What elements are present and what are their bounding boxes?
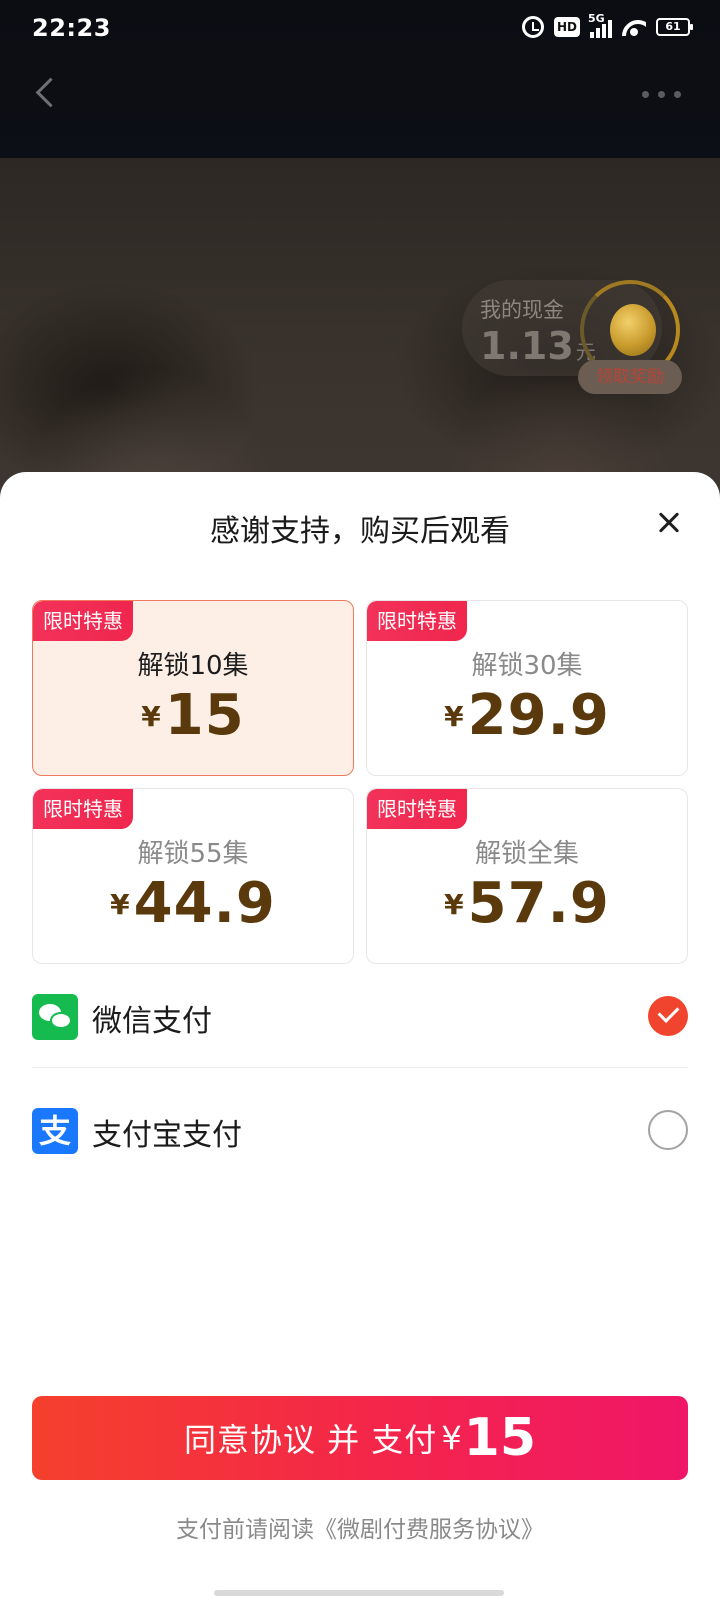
currency-symbol: ¥ <box>444 888 464 921</box>
payment-label: 支付宝支付 <box>92 1118 242 1153</box>
price-amount: 57.9 <box>467 871 610 936</box>
payment-option-alipay[interactable]: 支 支付宝支付 <box>32 1082 688 1182</box>
price-amount: 15 <box>164 683 245 748</box>
currency-symbol: ¥ <box>444 700 464 733</box>
video-header-area: 22:23 HD 5G 61 我的现金 1.13 元 领取奖励 <box>0 0 720 500</box>
purchase-bottom-sheet: 感谢支持，购买后观看 限时特惠 解锁10集 ¥15 限时特惠 解锁30集 ¥29… <box>0 472 720 1600</box>
gold-coin-icon <box>610 304 656 356</box>
plan-name: 解锁10集 <box>137 651 249 681</box>
radio-checked-icon[interactable] <box>648 996 688 1036</box>
more-options-button[interactable] <box>642 80 692 108</box>
plan-card-10[interactable]: 限时特惠 解锁10集 ¥15 <box>32 600 354 776</box>
alipay-icon: 支 <box>32 1108 78 1154</box>
alarm-icon <box>521 16 544 38</box>
agreement-notice: 支付前请阅读《微剧付费服务协议》 <box>0 1510 720 1544</box>
plan-card-30[interactable]: 限时特惠 解锁30集 ¥29.9 <box>366 600 688 776</box>
status-bar: 22:23 HD 5G 61 <box>0 0 720 56</box>
limited-offer-tag: 限时特惠 <box>33 601 133 641</box>
agreement-link[interactable]: 《微剧付费服务协议》 <box>314 1517 544 1543</box>
currency-symbol: ¥ <box>141 700 161 733</box>
payment-label: 微信支付 <box>92 1004 212 1039</box>
cash-widget: 我的现金 1.13 元 领取奖励 <box>462 280 688 396</box>
plan-price: ¥15 <box>33 683 353 748</box>
battery-icon: 61 <box>656 18 693 36</box>
close-icon[interactable] <box>648 502 690 544</box>
status-icons: HD 5G 61 <box>521 12 693 38</box>
pay-button[interactable]: 同意协议 并 支付 ¥ 15 <box>32 1396 688 1480</box>
payment-option-wechat[interactable]: 微信支付 <box>32 968 688 1068</box>
pay-button-amount: 15 <box>463 1408 537 1468</box>
limited-offer-tag: 限时特惠 <box>367 789 467 829</box>
plan-card-all[interactable]: 限时特惠 解锁全集 ¥57.9 <box>366 788 688 964</box>
plan-grid: 限时特惠 解锁10集 ¥15 限时特惠 解锁30集 ¥29.9 限时特惠 解锁5… <box>32 600 688 964</box>
radio-unchecked-icon[interactable] <box>648 1110 688 1150</box>
back-button[interactable] <box>26 70 66 118</box>
status-time: 22:23 <box>32 14 111 42</box>
plan-card-55[interactable]: 限时特惠 解锁55集 ¥44.9 <box>32 788 354 964</box>
claim-reward-button[interactable]: 领取奖励 <box>578 360 682 394</box>
agreement-prefix: 支付前请阅读 <box>176 1517 314 1543</box>
home-indicator[interactable] <box>214 1590 504 1596</box>
cash-label: 我的现金 <box>480 298 564 322</box>
plan-name: 解锁全集 <box>474 839 579 869</box>
pay-button-currency: ¥ <box>441 1419 462 1457</box>
price-amount: 44.9 <box>133 871 276 936</box>
network-type-label: 5G <box>588 12 605 25</box>
wifi-icon <box>622 18 646 36</box>
limited-offer-tag: 限时特惠 <box>33 789 133 829</box>
hd-icon: HD <box>553 17 580 37</box>
wechat-pay-icon <box>32 994 78 1040</box>
signal-icon: 5G <box>588 12 612 38</box>
limited-offer-tag: 限时特惠 <box>367 601 467 641</box>
price-amount: 29.9 <box>467 683 610 748</box>
sheet-title: 感谢支持，购买后观看 <box>210 514 510 549</box>
plan-price: ¥44.9 <box>33 871 353 936</box>
currency-symbol: ¥ <box>110 888 130 921</box>
plan-price: ¥29.9 <box>367 683 687 748</box>
plan-name: 解锁30集 <box>471 651 583 681</box>
plan-price: ¥57.9 <box>367 871 687 936</box>
cash-value: 1.13 元 <box>480 324 596 368</box>
pay-button-label: 同意协议 并 支付 <box>183 1421 438 1459</box>
plan-name: 解锁55集 <box>137 839 249 869</box>
